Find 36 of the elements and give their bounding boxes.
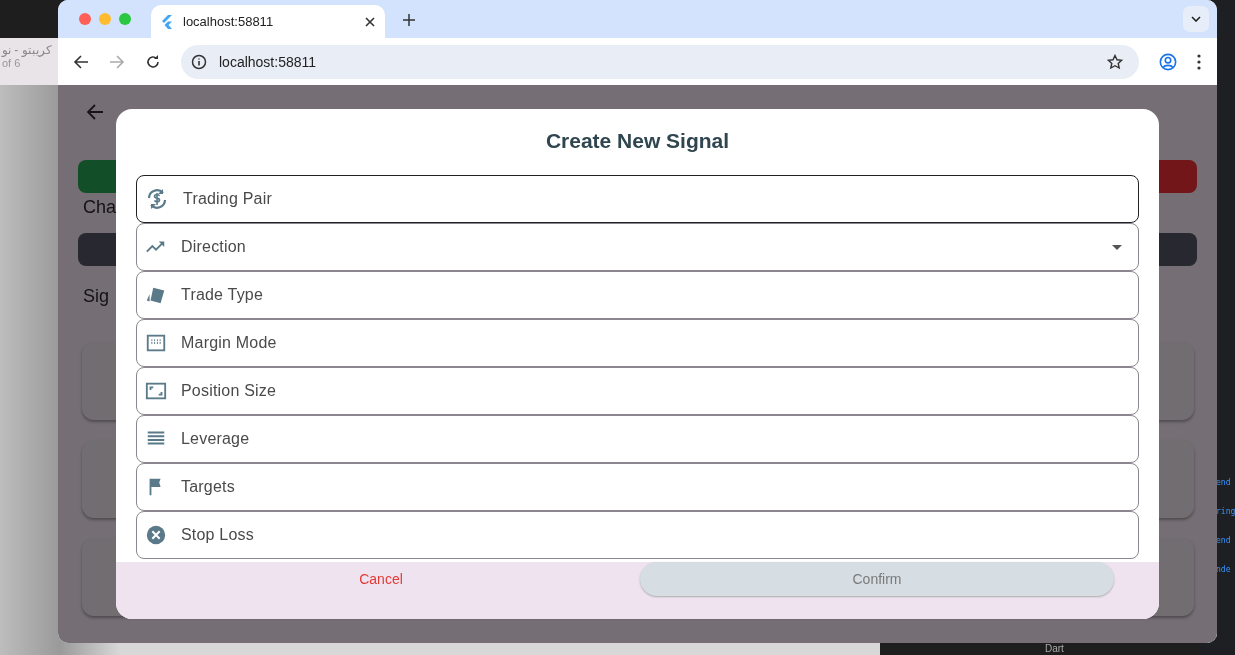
input-field[interactable]: Margin Mode bbox=[136, 319, 1139, 367]
close-icon[interactable] bbox=[365, 16, 375, 27]
input-field[interactable]: Trading Pair bbox=[136, 175, 1139, 223]
browser-tab[interactable]: localhost:58811 bbox=[151, 5, 385, 38]
page-count: of 6 bbox=[2, 57, 21, 69]
address-bar[interactable]: localhost:58811 bbox=[181, 44, 1139, 79]
input-field[interactable]: Position Size bbox=[136, 367, 1139, 415]
url-text: localhost:58811 bbox=[219, 53, 317, 70]
input-field[interactable]: Leverage bbox=[136, 415, 1139, 463]
aspect-ratio-icon bbox=[145, 380, 167, 402]
window-title: كريبتو - نو bbox=[2, 43, 53, 57]
code-text: ring bbox=[1216, 507, 1235, 516]
grid-icon bbox=[145, 332, 167, 354]
star-icon[interactable] bbox=[1107, 53, 1123, 70]
currency-exchange-icon bbox=[145, 187, 169, 211]
input-field[interactable]: Stop Loss bbox=[136, 511, 1139, 559]
caret-icon[interactable] bbox=[1112, 244, 1122, 250]
code-text: nde bbox=[1216, 565, 1231, 574]
input-field[interactable]: Direction bbox=[136, 223, 1139, 271]
caret-icon[interactable] bbox=[1191, 16, 1201, 22]
code-text: end bbox=[1216, 536, 1231, 545]
reload-icon[interactable] bbox=[145, 53, 161, 70]
back-icon[interactable] bbox=[73, 53, 89, 70]
profile-icon[interactable] bbox=[1159, 52, 1177, 71]
input-field[interactable]: Targets bbox=[136, 463, 1139, 511]
code-text: end bbox=[1216, 478, 1231, 487]
cancel-icon bbox=[145, 524, 167, 546]
section-title: Sig bbox=[83, 286, 109, 308]
flutter-icon bbox=[161, 14, 173, 29]
dialog-title: Create New Signal bbox=[544, 129, 731, 153]
input-field[interactable]: Trade Type bbox=[136, 271, 1139, 319]
section-title: Cha bbox=[83, 197, 117, 219]
more-icon[interactable] bbox=[1197, 53, 1201, 70]
status-text: Dart bbox=[1045, 643, 1064, 654]
info-icon[interactable] bbox=[191, 53, 207, 70]
new-tab-icon[interactable] bbox=[403, 14, 415, 26]
